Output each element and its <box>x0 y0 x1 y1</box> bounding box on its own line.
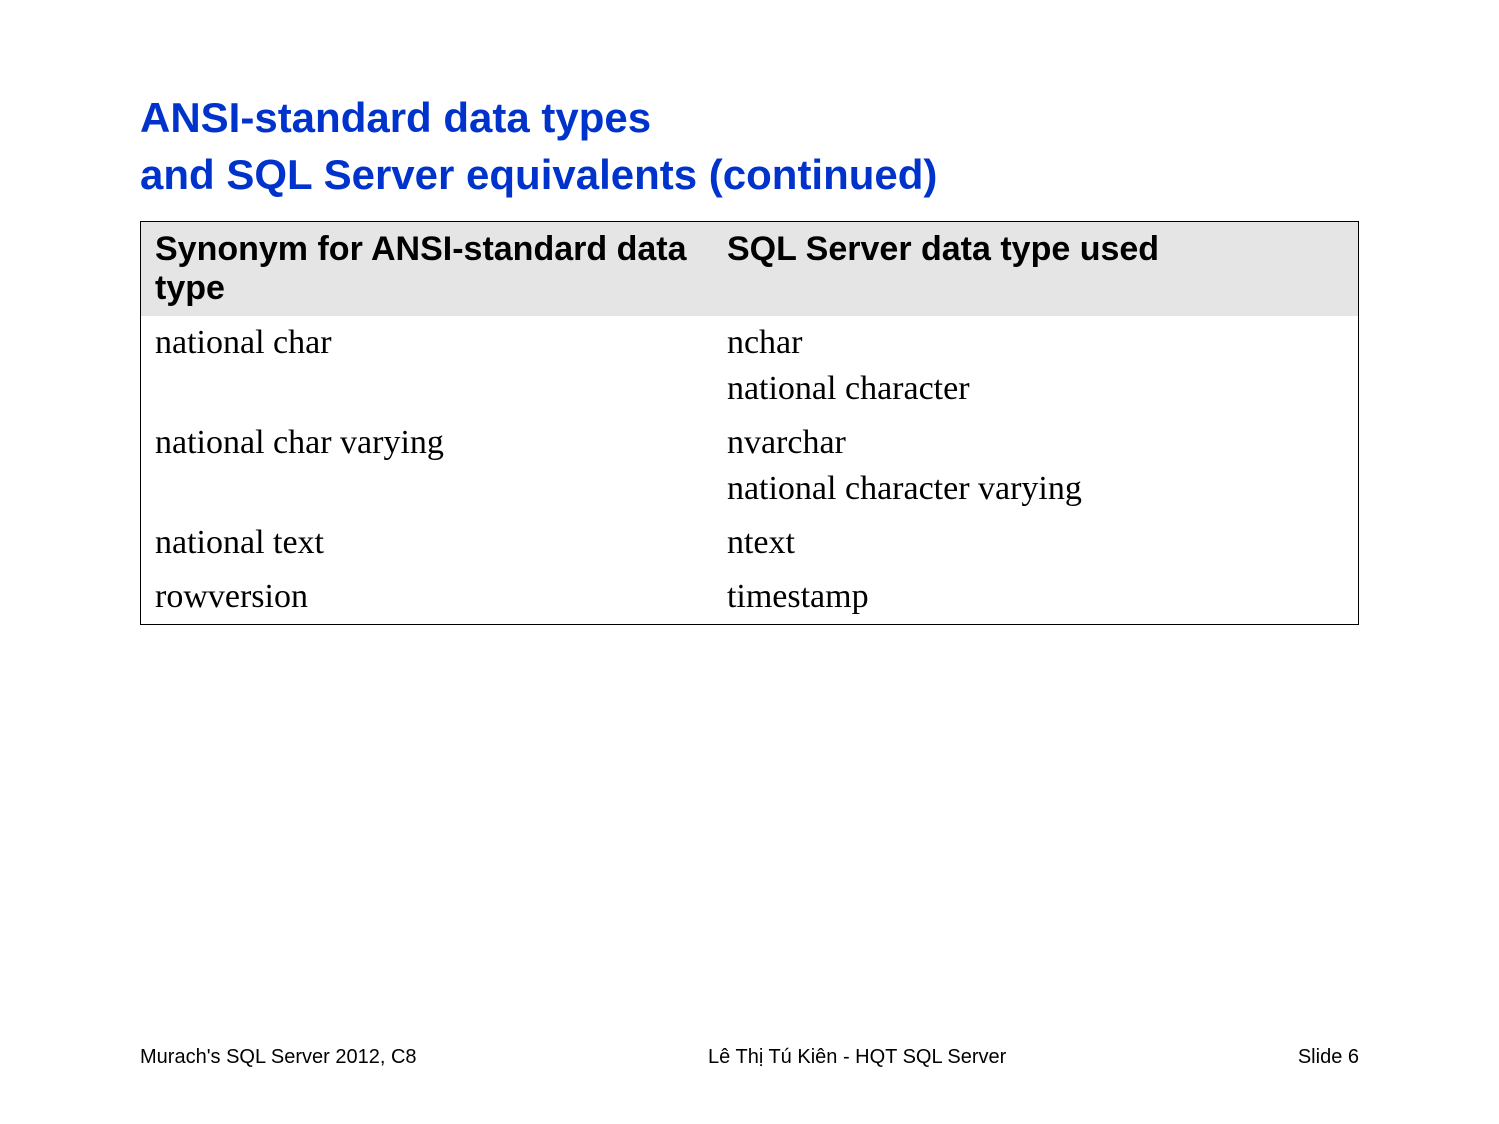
cell-sqlserver: timestamp <box>713 570 1359 624</box>
table-header-synonym: Synonym for ANSI-standard data type <box>141 222 713 317</box>
footer-right: Slide 6 <box>1298 1046 1359 1069</box>
table-row: rowversion timestamp <box>141 570 1359 624</box>
table-body: national char ncharnational character na… <box>141 316 1359 624</box>
slide-footer: Murach's SQL Server 2012, C8 Lê Thị Tú K… <box>0 1046 1499 1069</box>
cell-sqlserver: ntext <box>713 516 1359 570</box>
cell-synonym: rowversion <box>141 570 713 624</box>
footer-center: Lê Thị Tú Kiên - HQT SQL Server <box>417 1046 1298 1069</box>
slide-title: ANSI-standard data types and SQL Server … <box>140 90 1359 203</box>
title-line-2: and SQL Server equivalents (continued) <box>140 151 937 198</box>
table-header-sqlserver: SQL Server data type used <box>713 222 1359 317</box>
cell-synonym: national char <box>141 316 713 416</box>
footer-left: Murach's SQL Server 2012, C8 <box>140 1046 417 1069</box>
cell-synonym: national char varying <box>141 416 713 516</box>
title-line-1: ANSI-standard data types <box>140 94 651 141</box>
cell-sqlserver: ncharnational character <box>713 316 1359 416</box>
cell-synonym: national text <box>141 516 713 570</box>
data-types-table: Synonym for ANSI-standard data type SQL … <box>140 221 1359 624</box>
table-row: national char varying nvarcharnational c… <box>141 416 1359 516</box>
table-row: national text ntext <box>141 516 1359 570</box>
cell-sqlserver: nvarcharnational character varying <box>713 416 1359 516</box>
table-row: national char ncharnational character <box>141 316 1359 416</box>
